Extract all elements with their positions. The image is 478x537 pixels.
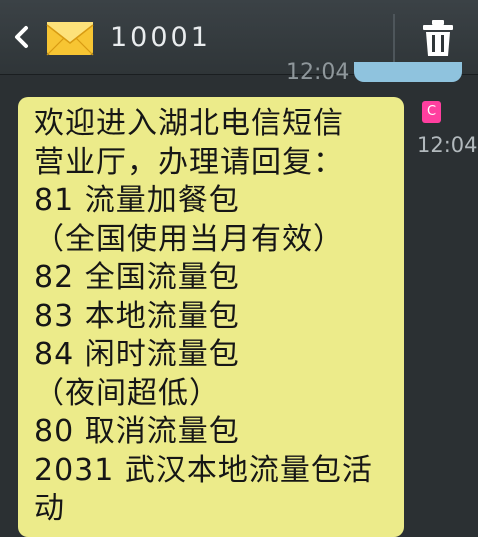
sim-card-badge: C <box>422 101 441 123</box>
message-line: 84 闲时流量包 <box>34 337 240 372</box>
message-line: 81 流量加餐包 <box>34 183 240 218</box>
toolbar-divider <box>393 14 395 62</box>
contact-title: 10001 <box>110 22 211 53</box>
message-line: 欢迎进入湖北电信短信 <box>34 106 344 141</box>
message-line: 82 全国流量包 <box>34 260 240 295</box>
message-line: 营业厅，办理请回复： <box>34 144 344 180</box>
message-line: 80 取消流量包 <box>34 414 240 449</box>
previous-message-time: 12:04 <box>286 60 350 85</box>
message-line: （夜间超低） <box>34 375 220 411</box>
message-line: （全国使用当月有效） <box>34 221 344 257</box>
back-arrow-icon[interactable] <box>6 20 36 54</box>
sent-message-bubble[interactable] <box>354 62 462 82</box>
message-time: 12:04 <box>417 133 478 157</box>
message-line: 83 本地流量包 <box>34 298 240 334</box>
trash-icon[interactable] <box>418 18 458 58</box>
message-line: 2031 武汉本地流量包活 <box>34 452 373 488</box>
received-message-bubble[interactable]: 欢迎进入湖北电信短信 营业厅，办理请回复： 81 流量加餐包 （全国使用当月有效… <box>18 97 404 537</box>
envelope-icon <box>46 22 94 56</box>
